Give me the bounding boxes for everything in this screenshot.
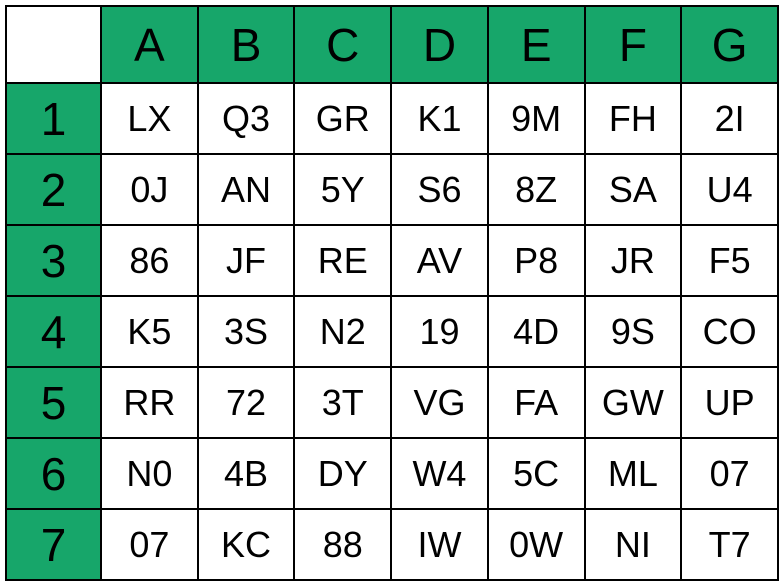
table-row: 3 86 JF RE AV P8 JR F5 [6, 225, 778, 296]
row-header-2: 2 [6, 154, 101, 225]
cell-F7: NI [585, 509, 682, 580]
cell-A1: LX [101, 83, 198, 154]
corner-cell [6, 6, 101, 83]
cell-G6: 07 [681, 438, 778, 509]
cell-B7: KC [198, 509, 295, 580]
cell-C7: 88 [294, 509, 391, 580]
cell-G1: 2I [681, 83, 778, 154]
cell-E2: 8Z [488, 154, 585, 225]
table-row: 5 RR 72 3T VG FA GW UP [6, 367, 778, 438]
cell-B5: 72 [198, 367, 295, 438]
row-header-6: 6 [6, 438, 101, 509]
cell-G5: UP [681, 367, 778, 438]
table-row: 4 K5 3S N2 19 4D 9S CO [6, 296, 778, 367]
table-row: 7 07 KC 88 IW 0W NI T7 [6, 509, 778, 580]
cell-B6: 4B [198, 438, 295, 509]
cell-G3: F5 [681, 225, 778, 296]
cell-A6: N0 [101, 438, 198, 509]
cell-B2: AN [198, 154, 295, 225]
table-row: 2 0J AN 5Y S6 8Z SA U4 [6, 154, 778, 225]
cell-B3: JF [198, 225, 295, 296]
cell-B4: 3S [198, 296, 295, 367]
cell-C6: DY [294, 438, 391, 509]
col-header-G: G [681, 6, 778, 83]
col-header-F: F [585, 6, 682, 83]
cell-C5: 3T [294, 367, 391, 438]
cell-F4: 9S [585, 296, 682, 367]
cell-B1: Q3 [198, 83, 295, 154]
cell-D1: K1 [391, 83, 488, 154]
cell-D5: VG [391, 367, 488, 438]
cell-A2: 0J [101, 154, 198, 225]
cell-F6: ML [585, 438, 682, 509]
cell-A3: 86 [101, 225, 198, 296]
cell-E6: 5C [488, 438, 585, 509]
cell-F5: GW [585, 367, 682, 438]
cell-E1: 9M [488, 83, 585, 154]
cell-A4: K5 [101, 296, 198, 367]
row-header-1: 1 [6, 83, 101, 154]
cell-A7: 07 [101, 509, 198, 580]
col-header-B: B [198, 6, 295, 83]
cell-E4: 4D [488, 296, 585, 367]
cell-F3: JR [585, 225, 682, 296]
col-header-D: D [391, 6, 488, 83]
cell-C2: 5Y [294, 154, 391, 225]
cell-F2: SA [585, 154, 682, 225]
cell-G2: U4 [681, 154, 778, 225]
cell-D4: 19 [391, 296, 488, 367]
cell-G4: CO [681, 296, 778, 367]
table-row: 1 LX Q3 GR K1 9M FH 2I [6, 83, 778, 154]
cell-C3: RE [294, 225, 391, 296]
col-header-C: C [294, 6, 391, 83]
row-header-5: 5 [6, 367, 101, 438]
cell-C1: GR [294, 83, 391, 154]
col-header-A: A [101, 6, 198, 83]
grid-table: A B C D E F G 1 LX Q3 GR K1 9M FH 2I 2 0… [5, 5, 779, 581]
cell-E3: P8 [488, 225, 585, 296]
cell-D3: AV [391, 225, 488, 296]
cell-E7: 0W [488, 509, 585, 580]
cell-D2: S6 [391, 154, 488, 225]
cell-C4: N2 [294, 296, 391, 367]
table-row: 6 N0 4B DY W4 5C ML 07 [6, 438, 778, 509]
row-header-4: 4 [6, 296, 101, 367]
cell-F1: FH [585, 83, 682, 154]
cell-A5: RR [101, 367, 198, 438]
cell-E5: FA [488, 367, 585, 438]
row-header-3: 3 [6, 225, 101, 296]
cell-D7: IW [391, 509, 488, 580]
cell-D6: W4 [391, 438, 488, 509]
row-header-7: 7 [6, 509, 101, 580]
cell-G7: T7 [681, 509, 778, 580]
col-header-E: E [488, 6, 585, 83]
